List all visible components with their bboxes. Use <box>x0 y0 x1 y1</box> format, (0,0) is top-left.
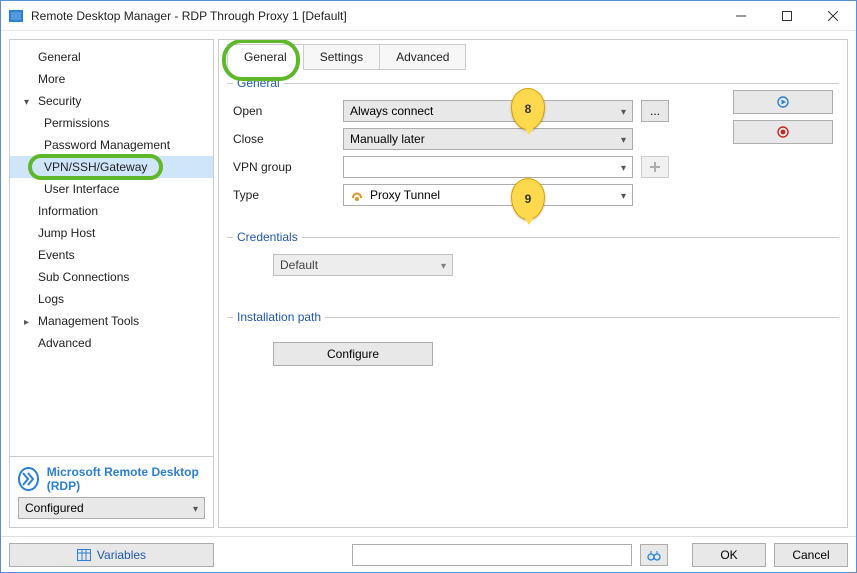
close-button[interactable] <box>810 1 856 31</box>
window-title: Remote Desktop Manager - RDP Through Pro… <box>31 9 718 23</box>
configure-button[interactable]: Configure <box>273 342 433 366</box>
nav-item-label: Security <box>38 94 81 108</box>
nav-item-label: Advanced <box>38 336 91 350</box>
play-button[interactable] <box>733 90 833 114</box>
minimize-button[interactable] <box>718 1 764 31</box>
nav-item-label: Events <box>38 248 75 262</box>
session-summary: Microsoft Remote Desktop (RDP) Configure… <box>9 457 214 528</box>
tabs: General Settings Advanced <box>227 44 839 70</box>
nav-item-label: Password Management <box>44 138 170 152</box>
vpn-group-label: VPN group <box>233 160 309 174</box>
nav-tree: General More ▾ Security Permissions Password … <box>9 39 214 457</box>
nav-item-label: Jump Host <box>38 226 95 240</box>
nav-item-label: More <box>38 72 65 86</box>
nav-item-security[interactable]: ▾ Security <box>10 90 213 112</box>
chevron-down-icon <box>621 104 626 118</box>
tab-advanced[interactable]: Advanced <box>379 44 466 70</box>
nav-item-events[interactable]: Events <box>10 244 213 266</box>
close-select[interactable]: Manually later <box>343 128 633 150</box>
vpn-group-select[interactable] <box>343 156 633 178</box>
search-button[interactable] <box>640 544 668 566</box>
variables-icon <box>77 549 91 561</box>
close-label: Close <box>233 132 309 146</box>
nav-item-label: Information <box>38 204 98 218</box>
binoculars-icon <box>647 549 661 561</box>
nav-item-logs[interactable]: Logs <box>10 288 213 310</box>
nav-item-label: VPN/SSH/Gateway <box>44 160 147 174</box>
legend-install: Installation path <box>233 310 325 324</box>
nav-item-user-interface[interactable]: User Interface <box>10 178 213 200</box>
session-state-select[interactable]: Configured <box>18 497 205 519</box>
nav-item-jump-host[interactable]: Jump Host <box>10 222 213 244</box>
nav-item-label: User Interface <box>44 182 119 196</box>
nav-item-label: Logs <box>38 292 64 306</box>
record-button[interactable] <box>733 120 833 144</box>
nav-item-permissions[interactable]: Permissions <box>10 112 213 134</box>
open-more-button[interactable]: ... <box>641 100 669 122</box>
legend-credentials: Credentials <box>233 230 302 244</box>
nav-item-advanced[interactable]: Advanced <box>10 332 213 354</box>
nav-item-label: Sub Connections <box>38 270 129 284</box>
open-select[interactable]: Always connect <box>343 100 633 122</box>
chevron-down-icon <box>621 188 626 202</box>
open-value: Always connect <box>350 104 433 118</box>
close-value: Manually later <box>350 132 425 146</box>
fieldset-install: Installation path Configure <box>227 310 839 376</box>
rdp-icon <box>18 467 39 491</box>
nav-item-sub-connections[interactable]: Sub Connections <box>10 266 213 288</box>
session-state-value: Configured <box>25 501 84 515</box>
fieldset-credentials: Credentials Default <box>227 230 839 286</box>
titlebar: Remote Desktop Manager - RDP Through Pro… <box>1 1 856 31</box>
type-label: Type <box>233 188 309 202</box>
main-panel: General Settings Advanced General Open A… <box>218 39 848 528</box>
credentials-select[interactable]: Default <box>273 254 453 276</box>
nav-item-general[interactable]: General <box>10 46 213 68</box>
nav-item-more[interactable]: More <box>10 68 213 90</box>
variables-button[interactable]: Variables <box>9 543 214 567</box>
nav-item-vpn-ssh-gateway[interactable]: VPN/SSH/Gateway <box>10 156 213 178</box>
tab-settings[interactable]: Settings <box>303 44 380 70</box>
nav-item-management-tools[interactable]: ▸ Management Tools <box>10 310 213 332</box>
chevron-down-icon <box>621 160 626 174</box>
app-icon <box>9 10 23 22</box>
legend-general: General <box>233 76 284 90</box>
chevron-down-icon <box>441 258 446 272</box>
nav-item-label: General <box>38 50 81 64</box>
nav-item-label: Permissions <box>44 116 109 130</box>
chevron-down-icon <box>193 501 198 515</box>
nav-item-information[interactable]: Information <box>10 200 213 222</box>
type-select[interactable]: Proxy Tunnel <box>343 184 633 206</box>
tab-general[interactable]: General <box>227 44 304 70</box>
type-value: Proxy Tunnel <box>370 188 440 202</box>
proxy-tunnel-icon <box>350 188 364 202</box>
chevron-right-icon[interactable]: ▸ <box>24 314 34 324</box>
maximize-button[interactable] <box>764 1 810 31</box>
footer: Variables OK Cancel <box>1 536 856 572</box>
open-label: Open <box>233 104 309 118</box>
chevron-down-icon <box>621 132 626 146</box>
ok-button[interactable]: OK <box>692 543 766 567</box>
chevron-down-icon[interactable]: ▾ <box>24 94 34 104</box>
add-vpn-group-button[interactable] <box>641 156 669 178</box>
session-type-label: Microsoft Remote Desktop (RDP) <box>47 465 205 493</box>
cancel-button[interactable]: Cancel <box>774 543 848 567</box>
credentials-value: Default <box>280 258 318 272</box>
nav-item-password-management[interactable]: Password Management <box>10 134 213 156</box>
nav-item-label: Management Tools <box>38 314 139 328</box>
search-input[interactable] <box>352 544 632 566</box>
